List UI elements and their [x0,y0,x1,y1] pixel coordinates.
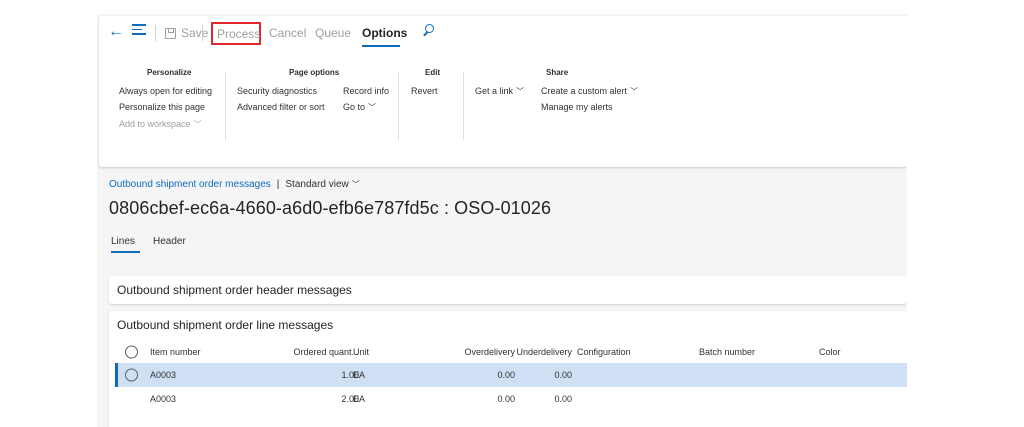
column-header[interactable]: Underdelivery [516,347,572,357]
group-divider [398,72,399,140]
personalize-this-page-button[interactable]: Personalize this page [119,102,205,112]
unit-cell: EA [353,370,366,380]
record-info-button[interactable]: Record info [343,86,389,96]
chevron-down-icon: ﹀ [630,87,639,96]
column-header[interactable]: Unit [353,347,369,357]
column-header[interactable]: Batch number [699,347,755,357]
security-diagnostics-button[interactable]: Security diagnostics [237,86,317,96]
header-messages-section[interactable]: Outbound shipment order header messages [109,276,907,304]
breadcrumb: Outbound shipment order messages | Standar… [109,179,360,190]
cancel-button[interactable]: Cancel [269,26,306,40]
section-title: Outbound shipment order header messages [117,283,352,297]
breadcrumb-separator: | [276,179,280,190]
column-header[interactable]: Ordered quant... [293,347,359,357]
hamburger-icon[interactable] [132,24,146,38]
unit-cell: EA [353,394,366,404]
command-bar: ← Save Process Cancel Queue Options [99,16,907,54]
column-header[interactable]: Overdelivery [464,347,515,357]
action-pane: ← Save Process Cancel Queue Options Pers… [99,16,907,167]
view-selector[interactable]: Standard view ﹀ [285,179,359,190]
active-tab-indicator [362,45,400,47]
get-a-link-button[interactable]: Get a link ﹀ [475,86,524,97]
group-title-share: Share [546,68,569,77]
advanced-filter-sort-button[interactable]: Advanced filter or sort [237,102,325,112]
breadcrumb-link[interactable]: Outbound shipment order messages [109,179,271,190]
back-arrow-icon[interactable]: ← [108,23,124,41]
go-to-button[interactable]: Go to ﹀ [343,102,376,113]
toolbar-divider [202,25,203,41]
column-header[interactable]: Color [819,347,841,357]
always-open-for-editing-button[interactable]: Always open for editing [119,86,212,96]
tab-lines[interactable]: Lines [111,236,135,247]
section-title[interactable]: Outbound shipment order line messages [117,318,333,332]
tab-options[interactable]: Options [362,26,407,40]
save-icon [165,27,176,39]
search-button[interactable] [421,24,435,38]
group-title-personalize: Personalize [147,68,192,77]
underdelivery-cell: 0.00 [554,394,572,404]
chevron-down-icon: ﹀ [368,103,377,112]
row-select-radio[interactable] [125,368,138,382]
column-header[interactable]: Item number [150,347,201,357]
group-title-page-options: Page options [289,68,340,77]
process-button[interactable]: Process [211,22,261,45]
view-label: Standard view [285,179,349,190]
go-to-label: Go to [343,102,366,112]
group-title-edit: Edit [425,68,441,77]
create-custom-alert-button[interactable]: Create a custom alert ﹀ [541,86,638,97]
group-divider [463,72,464,140]
app-window: ← Save Process Cancel Queue Options Pers… [97,14,907,427]
chevron-down-icon: ﹀ [516,87,525,96]
search-icon [421,24,435,38]
queue-button[interactable]: Queue [315,26,351,40]
tab-header[interactable]: Header [153,236,186,247]
chevron-down-icon: ﹀ [193,120,202,129]
item-number-cell: A0003 [150,394,177,404]
line-messages-section: Outbound shipment order line messages It… [109,311,907,427]
revert-button[interactable]: Revert [411,86,438,96]
add-to-workspace-label: Add to workspace [119,119,191,129]
group-divider [225,72,226,140]
table-row[interactable]: A0003 1.00 EA 0.00 0.00 [115,363,907,387]
create-custom-alert-label: Create a custom alert [541,86,628,96]
grid-header-row: Item number Ordered quant... Unit Overde… [115,341,907,363]
overdelivery-cell: 0.00 [497,394,515,404]
chevron-down-icon: ﹀ [351,180,360,189]
active-tab-indicator [111,251,140,253]
column-header[interactable]: Configuration [577,347,631,357]
add-to-workspace-button[interactable]: Add to workspace ﹀ [119,119,202,130]
save-label: Save [181,26,209,40]
manage-my-alerts-button[interactable]: Manage my alerts [541,102,613,112]
toolbar-divider [155,25,156,41]
item-number-cell: A0003 [150,370,177,380]
page-title: 0806cbef-ec6a-4660-a6d0-efb6e787fd5c : O… [109,198,552,218]
select-all-radio[interactable] [125,345,138,359]
underdelivery-cell: 0.00 [554,370,572,380]
table-row[interactable]: A0003 2.00 EA 0.00 0.00 [115,387,907,411]
overdelivery-cell: 0.00 [497,370,515,380]
get-a-link-label: Get a link [475,86,514,96]
